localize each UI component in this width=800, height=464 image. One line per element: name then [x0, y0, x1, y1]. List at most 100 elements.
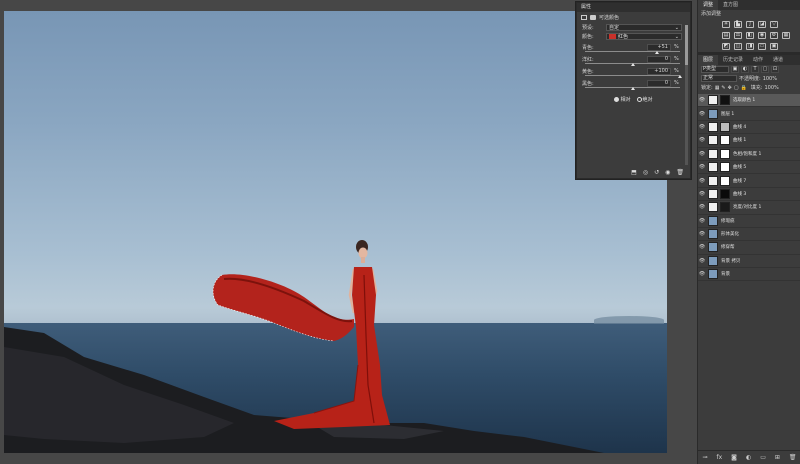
opacity-value[interactable]: 100%	[763, 76, 777, 82]
layer-name[interactable]: 色相/饱和度 1	[733, 151, 761, 157]
delete-icon[interactable]: 🗑	[676, 169, 684, 176]
layer-name[interactable]: 曲线 7	[733, 178, 746, 184]
layer-name[interactable]: 曲线 1	[733, 137, 746, 143]
color-balance-icon[interactable]: ⚖	[734, 32, 742, 39]
filter-pixel-icon[interactable]: ▣	[731, 66, 739, 73]
clip-to-layer-icon[interactable]: ⬒	[631, 169, 637, 176]
layer-name[interactable]: 修穿帮	[721, 244, 735, 250]
layer-name[interactable]: 背景	[721, 271, 730, 277]
layer-row[interactable]: 👁 曲线 7	[698, 174, 800, 188]
delete-layer-icon[interactable]: 🗑	[789, 454, 797, 461]
gradient-map-icon[interactable]: ▭	[758, 43, 766, 50]
eye-icon[interactable]: 👁	[698, 271, 706, 277]
radio-absolute[interactable]: 绝对	[636, 96, 653, 103]
black-white-icon[interactable]: ◧	[746, 32, 754, 39]
layer-name[interactable]: 亮度/对比度 1	[733, 204, 761, 210]
levels-icon[interactable]: ▙	[734, 21, 742, 28]
layer-name[interactable]: 选取颜色 1	[733, 97, 755, 103]
slider-knob[interactable]	[630, 63, 635, 66]
layer-thumbnail[interactable]	[708, 148, 718, 159]
layer-name[interactable]: 修瑕疵	[721, 218, 735, 224]
eye-icon[interactable]: 👁	[698, 244, 706, 250]
layer-name[interactable]: 曲线 3	[733, 191, 746, 197]
layer-thumbnail[interactable]	[708, 162, 718, 173]
eye-icon[interactable]: 👁	[698, 151, 706, 157]
tab-history[interactable]: 历史记录	[718, 55, 748, 65]
eye-icon[interactable]: 👁	[698, 204, 706, 210]
layer-thumbnail[interactable]	[708, 95, 718, 106]
color-lookup-icon[interactable]: ▦	[782, 32, 790, 39]
layer-thumbnail[interactable]	[708, 269, 718, 280]
tab-layers[interactable]: 图层	[698, 55, 719, 65]
tab-adjustments[interactable]: 调整	[698, 0, 719, 10]
fill-value[interactable]: 100%	[764, 85, 778, 91]
new-adjustment-icon[interactable]: ◐	[746, 454, 751, 461]
lock-paint-icon[interactable]: ✎	[721, 85, 725, 91]
layer-row[interactable]: 👁 色相/饱和度 1	[698, 148, 800, 161]
layer-thumbnail[interactable]	[708, 135, 718, 146]
tab-actions[interactable]: 动作	[748, 55, 768, 65]
layer-mask-thumbnail[interactable]	[720, 95, 730, 106]
lock-all-icon[interactable]: 🔒	[741, 85, 747, 91]
threshold-icon[interactable]: ◨	[746, 43, 754, 50]
layer-mask-thumbnail[interactable]	[720, 121, 730, 132]
layer-mask-thumbnail[interactable]	[720, 162, 730, 173]
channel-mixer-icon[interactable]: ⚙	[770, 32, 778, 39]
layer-mask-thumbnail[interactable]	[720, 175, 730, 186]
document-canvas[interactable]	[4, 11, 667, 453]
vibrance-icon[interactable]: ▽	[770, 21, 778, 28]
layer-row[interactable]: 👁 修瑕疵	[698, 215, 800, 228]
curves-icon[interactable]: ∫	[746, 21, 754, 28]
layer-row[interactable]: 👁 背景	[698, 268, 800, 282]
layer-thumbnail[interactable]	[708, 255, 718, 266]
layer-filter-select[interactable]: P类型	[701, 66, 729, 73]
layer-name[interactable]: 曲线 4	[733, 124, 746, 130]
layer-row[interactable]: 👁 曲线 5	[698, 161, 800, 175]
photo-filter-icon[interactable]: ◉	[758, 32, 766, 39]
blend-mode-select[interactable]: 正常	[701, 75, 737, 82]
layer-thumbnail[interactable]	[708, 242, 718, 253]
layer-row[interactable]: 👁 形体美化	[698, 228, 800, 242]
layer-row[interactable]: 👁 亮度/对比度 1	[698, 201, 800, 215]
slider-knob[interactable]	[654, 51, 659, 54]
eye-icon[interactable]: 👁	[698, 258, 706, 264]
layer-mask-thumbnail[interactable]	[720, 202, 730, 213]
eye-icon[interactable]: 👁	[698, 178, 706, 184]
layer-thumbnail[interactable]	[708, 188, 718, 199]
selective-color-icon[interactable]: ▣	[770, 43, 778, 50]
layer-thumbnail[interactable]	[708, 108, 718, 119]
slider-value[interactable]: 0	[647, 79, 671, 87]
layer-row[interactable]: 👁 图层 1	[698, 107, 800, 121]
lock-transparent-icon[interactable]: ▦	[715, 85, 720, 91]
slider-knob[interactable]	[678, 75, 682, 78]
lock-artboard-icon[interactable]: ▢	[734, 85, 739, 91]
fx-icon[interactable]: fx	[717, 454, 723, 461]
tab-channels[interactable]: 通道	[768, 55, 788, 65]
filter-shape-icon[interactable]: ▢	[761, 66, 769, 73]
exposure-icon[interactable]: ◪	[758, 21, 766, 28]
eye-icon[interactable]: 👁	[698, 191, 706, 197]
layer-row[interactable]: 👁 修穿帮	[698, 241, 800, 255]
layer-name[interactable]: 形体美化	[721, 231, 739, 237]
lock-move-icon[interactable]: ✥	[728, 85, 732, 91]
layer-name[interactable]: 曲线 5	[733, 164, 746, 170]
eye-icon[interactable]: 👁	[698, 111, 706, 117]
layer-name[interactable]: 背景 拷贝	[721, 258, 740, 264]
eye-icon[interactable]: 👁	[698, 124, 706, 130]
layer-row[interactable]: 👁 选取颜色 1	[698, 94, 800, 108]
layer-mask-thumbnail[interactable]	[720, 148, 730, 159]
eye-icon[interactable]: 👁	[698, 164, 706, 170]
eye-icon[interactable]: 👁	[698, 231, 706, 237]
layer-row[interactable]: 👁 曲线 3	[698, 188, 800, 202]
colors-dropdown[interactable]: 红色 ⌄	[606, 33, 682, 40]
properties-scrollbar[interactable]	[685, 25, 688, 165]
invert-icon[interactable]: ◩	[722, 43, 730, 50]
properties-title[interactable]: 属性	[577, 3, 690, 12]
brightness-icon[interactable]: ☀	[722, 21, 730, 28]
eye-icon[interactable]: 👁	[698, 97, 706, 103]
visibility-eye-icon[interactable]: ◉	[665, 169, 670, 176]
layer-mask-thumbnail[interactable]	[720, 188, 730, 199]
view-previous-icon[interactable]: ◎	[643, 169, 648, 176]
posterize-icon[interactable]: ◫	[734, 43, 742, 50]
scroll-thumb[interactable]	[685, 25, 688, 65]
